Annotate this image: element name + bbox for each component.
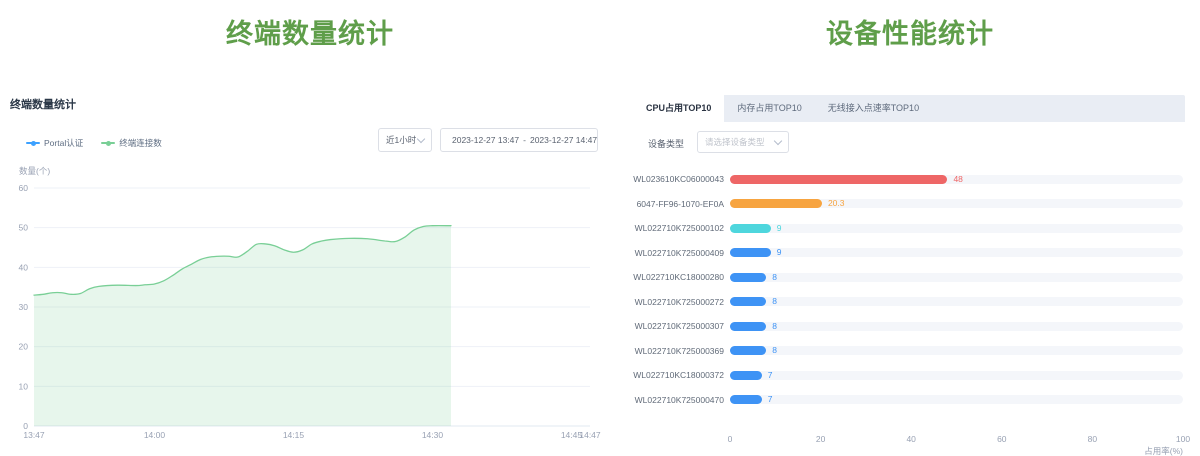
legend-dot: [106, 141, 111, 146]
bar-track: [730, 224, 1183, 233]
bar-value-label: 7: [768, 371, 773, 380]
bar-x-tick-40: 40: [906, 434, 915, 444]
dashboard: 终端数量统计 设备性能统计 终端数量统计 近1小时 2023-12-27 13:…: [0, 0, 1200, 456]
bar-WL022710K725000307: [730, 322, 766, 331]
x-tick-label-14:30: 14:30: [422, 430, 444, 440]
device-type-select-placeholder: 请选择设备类型: [705, 136, 765, 148]
bar-x-tick-0: 0: [728, 434, 733, 444]
legend-label: Portal认证: [44, 137, 83, 149]
terminal-count-section-title: 终端数量统计: [0, 12, 620, 56]
device-performance-section-title: 设备性能统计: [620, 12, 1200, 56]
device-type-filter-label: 设备类型: [648, 137, 684, 150]
bar-6047-FF96-1070-EF0A: [730, 199, 822, 208]
bar-value-label: 8: [772, 273, 777, 282]
time-range-select-value: 近1小时: [386, 134, 416, 146]
bar-x-tick-60: 60: [997, 434, 1006, 444]
bar-track: [730, 273, 1183, 282]
terminal-count-line-chart: 010203040506013:4714:0014:1514:3014:4514…: [0, 176, 620, 452]
bar-category-label: WL023610KC06000043: [616, 174, 724, 184]
time-range-select[interactable]: 近1小时: [378, 128, 432, 152]
bar-value-label: 8: [772, 322, 777, 331]
bar-category-label: WL022710KC18000280: [616, 272, 724, 282]
date-range-separator: -: [523, 135, 526, 145]
performance-tab-bar: CPU占用TOP10内存占用TOP10无线接入点速率TOP10: [633, 95, 1185, 122]
bar-category-label: 6047-FF96-1070-EF0A: [616, 199, 724, 209]
bar-value-label: 7: [768, 395, 773, 404]
bar-WL022710K725000470: [730, 395, 762, 404]
line-series-legend-icon: [26, 140, 40, 146]
y-tick-label-40: 40: [19, 262, 29, 272]
bar-WL022710KC18000280: [730, 273, 766, 282]
chevron-down-icon: [774, 136, 782, 144]
bar-WL022710K725000369: [730, 346, 766, 355]
bar-x-tick-80: 80: [1088, 434, 1097, 444]
y-tick-label-50: 50: [19, 223, 29, 233]
legend-label: 终端连接数: [119, 137, 162, 149]
y-tick-label-60: 60: [19, 183, 29, 193]
line-chart-panel-title: 终端数量统计: [10, 96, 76, 112]
chevron-down-icon: [417, 134, 425, 142]
bar-value-label: 20.3: [828, 199, 845, 208]
bar-x-tick-100: 100: [1176, 434, 1190, 444]
bar-category-label: WL022710K725000307: [616, 321, 724, 331]
bar-WL022710KC18000372: [730, 371, 762, 380]
y-tick-label-10: 10: [19, 381, 29, 391]
bar-category-label: WL022710K725000409: [616, 248, 724, 258]
bar-WL022710K725000409: [730, 248, 771, 257]
date-range-start: 2023-12-27 13:47: [452, 135, 519, 145]
date-range-end: 2023-12-27 14:47: [530, 135, 597, 145]
line-series-legend-icon: [101, 140, 115, 146]
bar-category-label: WL022710KC18000372: [616, 370, 724, 380]
y-tick-label-30: 30: [19, 302, 29, 312]
bar-WL022710K725000102: [730, 224, 771, 233]
x-tick-label-14:00: 14:00: [144, 430, 166, 440]
tab-内存占用TOP10[interactable]: 内存占用TOP10: [724, 95, 814, 122]
x-tick-label-13:47: 13:47: [23, 430, 45, 440]
line-chart-legend: Portal认证 终端连接数: [26, 137, 162, 149]
device-type-select[interactable]: 请选择设备类型: [697, 131, 789, 153]
bar-category-label: WL022710K725000470: [616, 395, 724, 405]
bar-value-label: 9: [777, 224, 782, 233]
bar-value-label: 8: [772, 346, 777, 355]
bar-track: [730, 395, 1183, 404]
legend-dot: [31, 141, 36, 146]
bar-value-label: 8: [772, 297, 777, 306]
y-tick-label-20: 20: [19, 342, 29, 352]
bar-track: [730, 322, 1183, 331]
x-tick-label-14:15: 14:15: [283, 430, 305, 440]
bar-WL022710K725000272: [730, 297, 766, 306]
bar-track: [730, 371, 1183, 380]
bar-track: [730, 248, 1183, 257]
tab-无线接入点速率TOP10[interactable]: 无线接入点速率TOP10: [815, 95, 932, 122]
bar-WL023610KC06000043: [730, 175, 947, 184]
bar-track: [730, 346, 1183, 355]
bar-category-label: WL022710K725000102: [616, 223, 724, 233]
bar-track: [730, 297, 1183, 306]
date-range-picker[interactable]: 2023-12-27 13:47 - 2023-12-27 14:47: [440, 128, 598, 152]
bar-chart-x-axis-label: 占用率(%): [1083, 445, 1183, 456]
bar-category-label: WL022710K725000272: [616, 297, 724, 307]
bar-x-tick-20: 20: [816, 434, 825, 444]
bar-category-label: WL022710K725000369: [616, 346, 724, 356]
bar-value-label: 48: [953, 175, 962, 184]
x-tick-label-14:47: 14:47: [579, 430, 601, 440]
series-area-终端连接数: [34, 226, 451, 426]
tab-CPU占用TOP10[interactable]: CPU占用TOP10: [633, 95, 724, 122]
legend-item-终端连接数[interactable]: 终端连接数: [101, 137, 162, 149]
legend-item-Portal认证[interactable]: Portal认证: [26, 137, 83, 149]
bar-value-label: 9: [777, 248, 782, 257]
